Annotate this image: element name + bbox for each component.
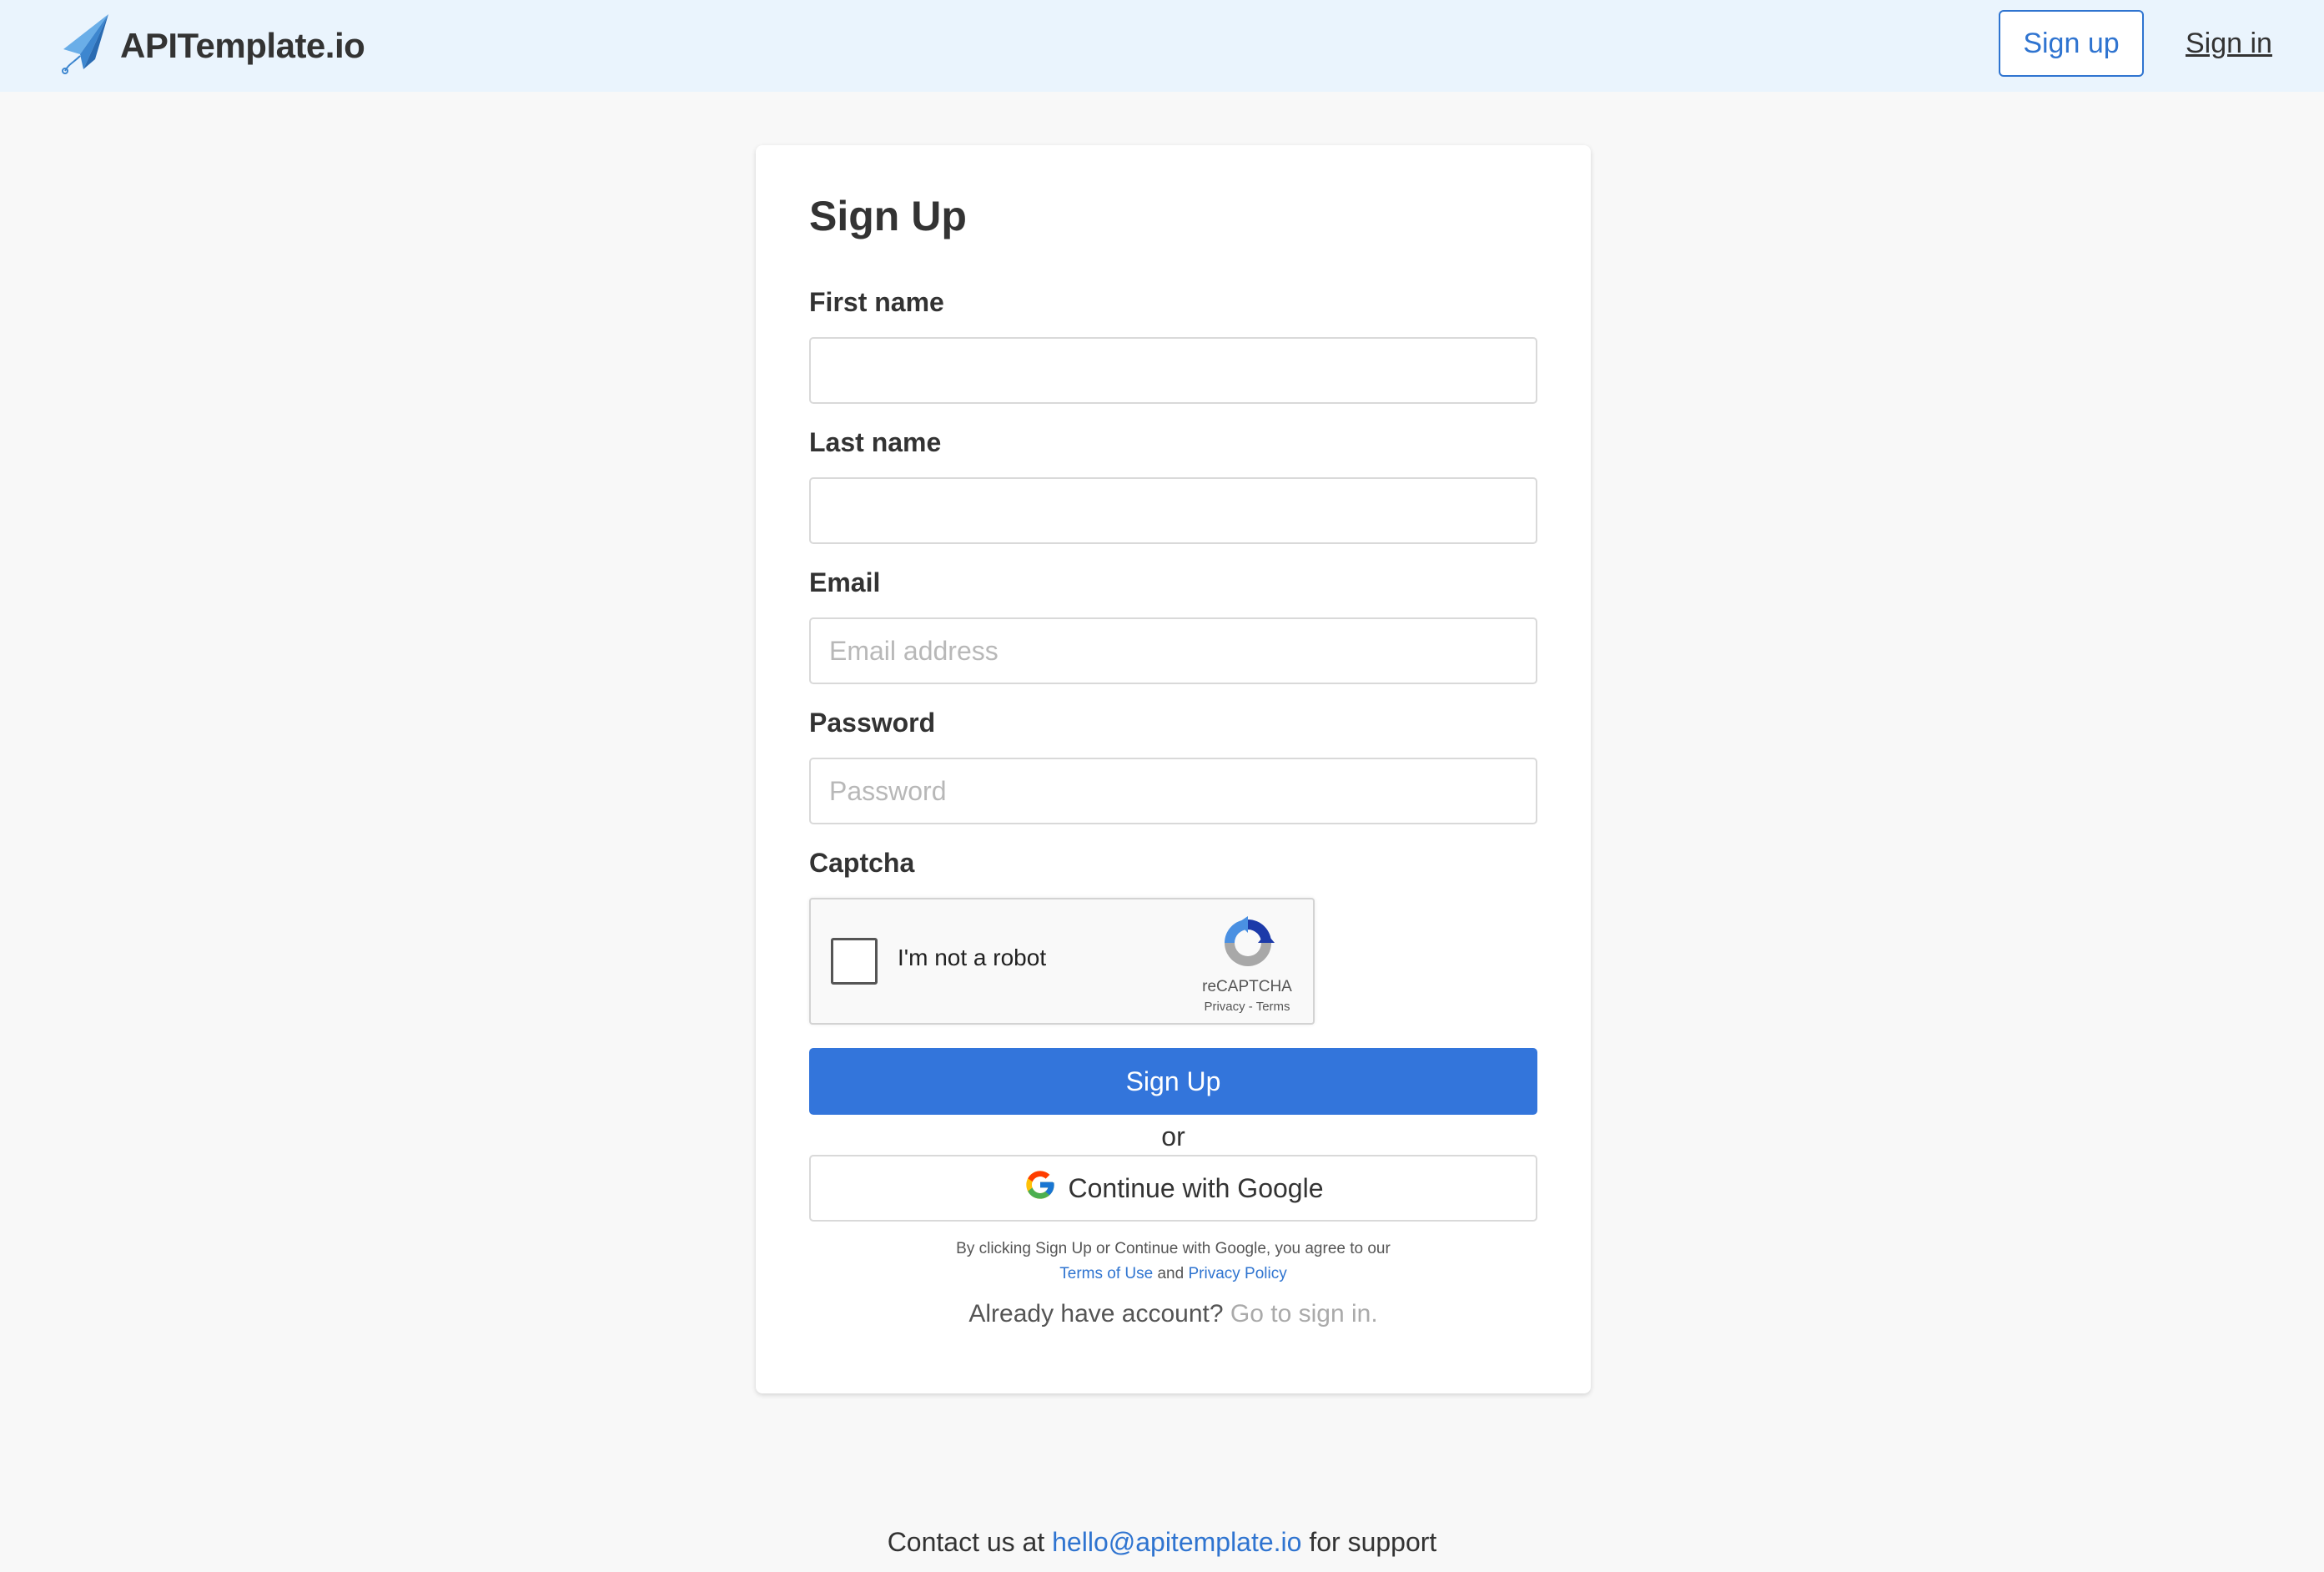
- signup-submit-button[interactable]: Sign Up: [809, 1048, 1537, 1115]
- legal-prefix: By clicking Sign Up or Continue with Goo…: [956, 1240, 1391, 1257]
- page-title: Sign Up: [809, 193, 967, 239]
- recaptcha-checkbox[interactable]: [831, 938, 878, 985]
- recaptcha-icon: [1220, 914, 1276, 971]
- last-name-label: Last name: [809, 427, 942, 457]
- password-label: Password: [809, 708, 936, 738]
- footer-prefix: Contact us at: [887, 1527, 1053, 1557]
- legal-notice: By clicking Sign Up or Continue with Goo…: [756, 1237, 1591, 1287]
- paper-plane-icon: [58, 13, 110, 80]
- header-signin-link[interactable]: Sign in: [2186, 22, 2272, 65]
- already-text: Already have account?: [968, 1300, 1230, 1328]
- recaptcha-separator: -: [1245, 1000, 1256, 1014]
- recaptcha-links: Privacy - Terms: [1168, 1000, 1326, 1014]
- captcha-label: Captcha: [809, 848, 915, 878]
- footer-suffix: for support: [1301, 1527, 1437, 1557]
- already-have-account: Already have account? Go to sign in.: [756, 1300, 1591, 1328]
- recaptcha-terms-link[interactable]: Terms: [1256, 1000, 1290, 1014]
- email-input[interactable]: [809, 617, 1537, 684]
- legal-and: and: [1153, 1265, 1189, 1282]
- email-label: Email: [809, 567, 881, 597]
- header-signup-button[interactable]: Sign up: [1999, 10, 2144, 77]
- last-name-input[interactable]: [809, 477, 1537, 544]
- terms-of-use-link[interactable]: Terms of Use: [1059, 1265, 1153, 1282]
- recaptcha-checkbox-text: I'm not a robot: [898, 945, 1047, 970]
- google-g-icon: [1024, 1168, 1057, 1208]
- go-to-signin-link[interactable]: Go to sign in.: [1230, 1300, 1378, 1328]
- recaptcha-brand: reCAPTCHA: [1202, 978, 1292, 995]
- recaptcha-privacy-link[interactable]: Privacy: [1204, 1000, 1245, 1014]
- support-email-link[interactable]: hello@apitemplate.io: [1052, 1527, 1301, 1557]
- footer-contact: Contact us at hello@apitemplate.io for s…: [0, 1527, 2324, 1558]
- first-name-label: First name: [809, 287, 944, 317]
- or-divider: or: [1161, 1121, 1185, 1151]
- recaptcha-widget: I'm not a robot reCAPTCHA Privacy - Term…: [809, 898, 1315, 1025]
- privacy-policy-link[interactable]: Privacy Policy: [1188, 1265, 1286, 1282]
- first-name-input[interactable]: [809, 337, 1537, 404]
- top-header: APITemplate.io Sign up Sign in: [0, 0, 2324, 92]
- password-input[interactable]: [809, 758, 1537, 824]
- brand-logo[interactable]: APITemplate.io: [58, 13, 365, 78]
- signup-card: Sign Up First name Last name Email Passw…: [756, 145, 1591, 1393]
- google-button-label: Continue with Google: [1068, 1172, 1324, 1203]
- logo-text: APITemplate.io: [120, 26, 365, 65]
- google-signin-button[interactable]: Continue with Google: [809, 1155, 1537, 1222]
